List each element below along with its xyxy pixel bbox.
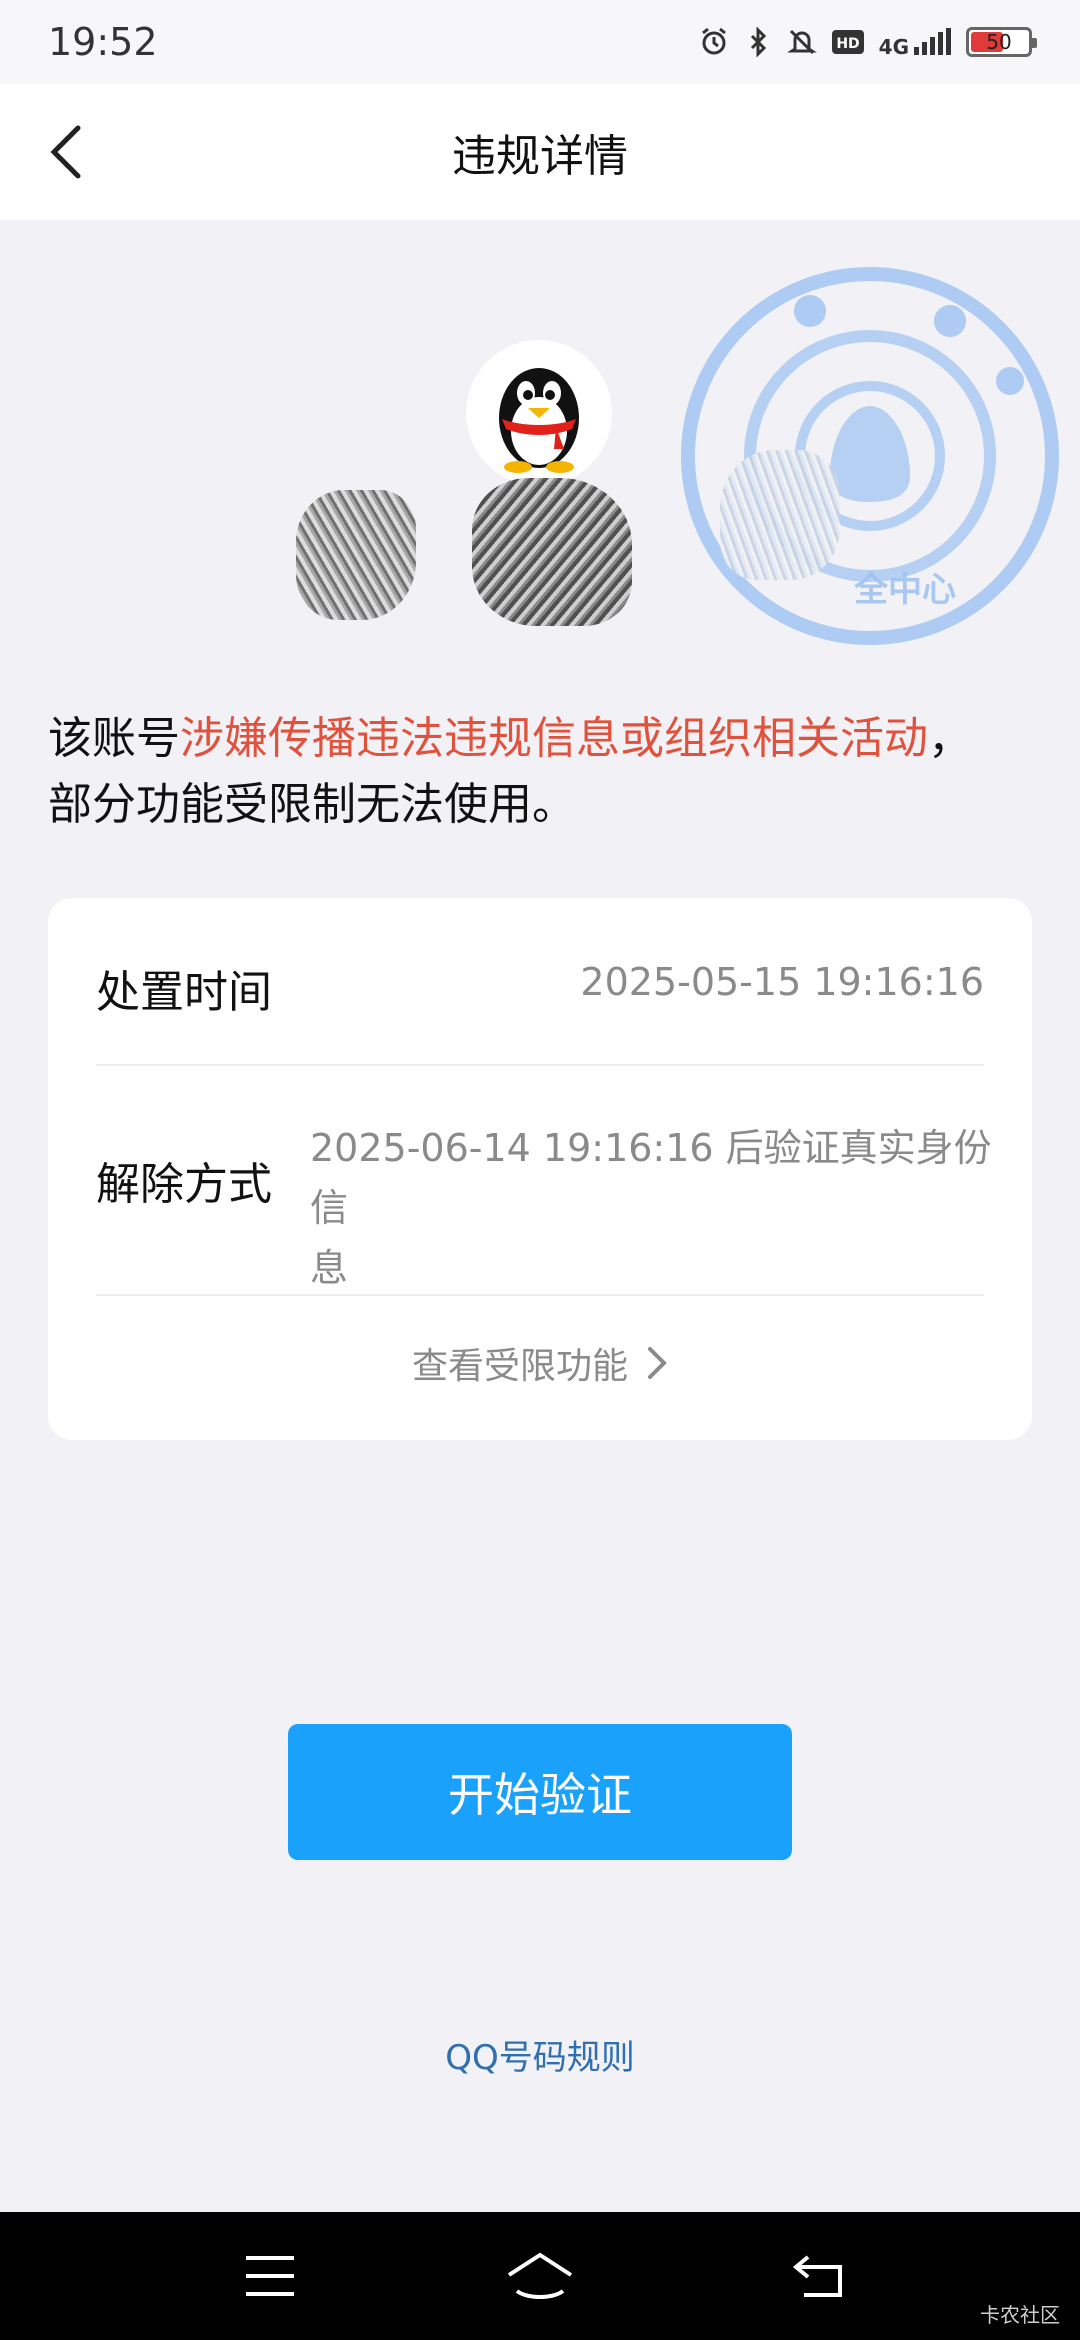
notice-punct: ， — [928, 713, 972, 764]
disposal-time-label: 处置时间 — [96, 967, 272, 1018]
redacted-name-part-2 — [472, 478, 632, 626]
release-method-value: 2025-06-14 19:16:16 后验证真实身份信 息 — [310, 1118, 1000, 1298]
system-nav-bar: 卡农社区 — [0, 2212, 1080, 2340]
start-verification-button[interactable]: 开始验证 — [288, 1724, 792, 1860]
battery-icon: 50 — [966, 27, 1037, 57]
network-label: 4G — [878, 35, 909, 59]
battery-level: 50 — [986, 30, 1012, 54]
notice-prefix: 该账号 — [48, 713, 180, 764]
status-icons: HD 4G 50 — [699, 26, 1037, 58]
hd-label: HD — [836, 36, 859, 52]
page-title: 违规详情 — [452, 131, 628, 182]
redacted-name-part-3 — [720, 450, 840, 580]
qq-number-rules-link[interactable]: QQ号码规则 — [0, 2026, 1080, 2082]
alarm-icon — [699, 27, 729, 57]
hd-icon: HD — [831, 27, 865, 57]
qq-penguin-icon — [499, 368, 579, 473]
disposal-time-value: 2025-05-15 19:16:16 — [580, 960, 984, 1004]
redacted-name-part-1 — [296, 490, 416, 620]
bluetooth-icon — [743, 26, 773, 58]
details-card: 处置时间 2025-05-15 19:16:16 解除方式 2025-06-14… — [48, 898, 1032, 1440]
notice-highlight: 涉嫌传播违法违规信息或组织相关活动 — [180, 713, 928, 764]
signal-4g-icon: 4G — [879, 27, 952, 57]
notice-line2: 部分功能受限制无法使用。 — [48, 779, 576, 830]
avatar — [466, 340, 612, 486]
chevron-right-icon — [648, 1347, 667, 1379]
nav-bar: 违规详情 — [0, 84, 1080, 220]
divider — [96, 1064, 984, 1066]
view-limited-features-link[interactable]: 查看受限功能 — [48, 1318, 1032, 1408]
home-icon — [507, 2252, 573, 2299]
mute-icon — [786, 27, 817, 57]
status-time: 19:52 — [48, 20, 158, 64]
back-icon — [792, 2255, 842, 2297]
home-button[interactable] — [500, 2236, 580, 2316]
view-limited-features-label: 查看受限功能 — [411, 1346, 628, 1387]
menu-icon — [246, 2256, 294, 2296]
security-center-stamp-icon: 全中心 — [681, 267, 1059, 645]
back-nav-button[interactable] — [780, 2236, 860, 2316]
release-method-line2: 息 — [310, 1246, 349, 1290]
release-method-line1: 2025-06-14 19:16:16 后验证真实身份信 — [310, 1126, 992, 1230]
divider — [96, 1294, 984, 1296]
status-bar: 19:52 HD 4G 50 — [0, 0, 1080, 84]
violation-notice: 该账号涉嫌传播违法违规信息或组织相关活动， 部分功能受限制无法使用。 — [48, 706, 1038, 838]
watermark: 卡农社区 — [980, 2303, 1060, 2327]
release-method-label: 解除方式 — [96, 1159, 272, 1210]
stamp-text: 全中心 — [853, 570, 956, 610]
menu-button[interactable] — [230, 2236, 310, 2316]
